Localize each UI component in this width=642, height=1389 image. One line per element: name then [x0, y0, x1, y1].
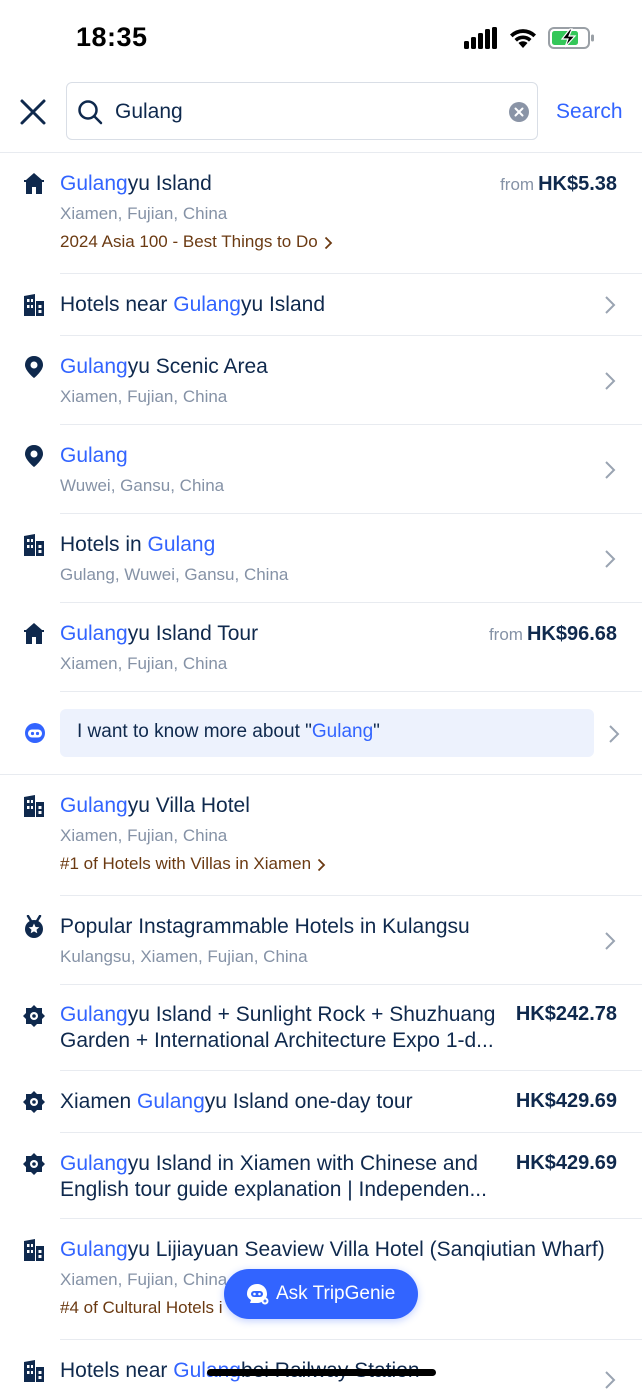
item-location: Xiamen, Fujian, China — [60, 654, 228, 673]
price: from HK$5.38 — [500, 173, 617, 195]
search-icon — [78, 100, 103, 125]
item-title: Popular Instagrammable Hotels in Kulangs… — [60, 915, 470, 938]
item-title-line2: Garden + International Architecture Expo… — [60, 1029, 494, 1052]
item-title: Gulangyu Island in Xiamen with Chinese a… — [60, 1152, 478, 1175]
chevron-right-icon — [317, 858, 326, 871]
ranking-link[interactable]: #4 of Cultural Hotels i — [60, 1297, 223, 1319]
chevron-right-icon — [605, 932, 616, 950]
hotel-icon — [24, 1239, 44, 1261]
item-location: Xiamen, Fujian, China — [60, 387, 228, 406]
list-item[interactable]: Xiamen Gulangyu Island one-day tour HK$4… — [23, 1071, 642, 1133]
item-title: Gulangyu Island Tour — [60, 622, 259, 645]
tripgenie-bot-icon — [25, 723, 45, 743]
signal-icon — [464, 27, 497, 49]
ai-suggestion-bubble[interactable]: I want to know more about "Gulang" — [60, 709, 594, 757]
chevron-right-icon — [605, 1371, 616, 1389]
item-location: Xiamen, Fujian, China — [60, 826, 228, 845]
hotel-icon — [24, 1360, 44, 1382]
list-item[interactable]: Gulangyu Villa Hotel Xiamen, Fujian, Chi… — [24, 775, 642, 896]
search-button[interactable]: Search — [556, 100, 623, 124]
tour-icon — [23, 1005, 45, 1027]
search-bar: Search — [0, 82, 642, 142]
item-location: Gulang, Wuwei, Gansu, China — [60, 565, 289, 584]
price: HK$242.78 — [515, 1003, 617, 1025]
ranking-link[interactable]: 2024 Asia 100 - Best Things to Do — [60, 231, 333, 253]
price: HK$429.69 — [515, 1152, 617, 1174]
close-icon[interactable] — [17, 96, 49, 128]
ranking-link[interactable]: #1 of Hotels with Villas in Xiamen — [60, 853, 326, 875]
status-time: 18:35 — [76, 22, 148, 52]
chevron-right-icon — [605, 550, 616, 568]
item-title: Gulangyu Villa Hotel — [60, 794, 250, 817]
hotel-icon — [24, 294, 44, 316]
search-input[interactable] — [115, 93, 495, 131]
location-pin-icon — [25, 356, 43, 378]
item-title: Gulangyu Island — [60, 172, 212, 195]
tour-icon — [23, 1091, 45, 1113]
list-item[interactable]: Gulangyu Island Xiamen, Fujian, China 20… — [24, 153, 642, 274]
price: HK$429.69 — [515, 1090, 617, 1112]
list-item[interactable]: Gulangyu Island Tour Xiamen, Fujian, Chi… — [24, 603, 642, 692]
chevron-right-icon — [605, 372, 616, 390]
ask-tripgenie-button[interactable]: Ask TripGenie — [224, 1269, 418, 1319]
attraction-icon — [24, 623, 44, 644]
hotel-icon — [24, 534, 44, 556]
list-item[interactable]: Hotels near Gulangbei Railway Station — [24, 1340, 642, 1389]
item-location: Wuwei, Gansu, China — [60, 476, 225, 495]
list-item[interactable]: Gulangyu Island in Xiamen with Chinese a… — [23, 1133, 642, 1219]
chevron-right-icon — [605, 461, 616, 479]
price: from HK$96.68 — [488, 623, 617, 645]
item-title: Hotels in Gulang — [60, 533, 216, 556]
item-title: Gulangyu Island + Sunlight Rock + Shuzhu… — [60, 1003, 496, 1026]
chevron-right-icon — [609, 725, 620, 743]
clear-icon — [514, 107, 524, 117]
status-icons — [464, 26, 596, 50]
badge-icon — [25, 915, 43, 938]
attraction-icon — [24, 173, 44, 194]
item-title: Hotels near Gulangyu Island — [60, 293, 326, 316]
item-location: Xiamen, Fujian, China — [60, 204, 228, 223]
status-bar: 18:35 — [0, 0, 642, 78]
tripgenie-icon — [247, 1284, 269, 1305]
item-location: Xiamen, Fujian, China — [60, 1270, 228, 1289]
home-indicator — [207, 1369, 436, 1376]
location-pin-icon — [25, 445, 43, 467]
list-item[interactable]: Gulangyu Scenic Area Xiamen, Fujian, Chi… — [25, 336, 642, 425]
ask-tripgenie-label: Ask TripGenie — [276, 1283, 396, 1304]
hotel-icon — [24, 795, 44, 817]
suggestion-list: Gulangyu Island Xiamen, Fujian, China 20… — [0, 153, 642, 1389]
item-title: Gulangyu Scenic Area — [60, 355, 268, 378]
list-item[interactable]: Gulang Wuwei, Gansu, China — [25, 425, 642, 514]
item-title: Gulang — [60, 444, 128, 467]
list-item[interactable]: Popular Instagrammable Hotels in Kulangs… — [25, 896, 642, 985]
tour-icon — [23, 1153, 45, 1175]
chevron-right-icon — [324, 236, 332, 249]
ai-suggestion-row[interactable]: I want to know more about "Gulang" — [0, 692, 642, 775]
list-item[interactable]: Hotels near Gulangyu Island — [24, 274, 642, 336]
search-field[interactable] — [66, 82, 538, 140]
item-location: Kulangsu, Xiamen, Fujian, China — [60, 947, 308, 966]
chevron-right-icon — [605, 296, 616, 314]
item-title-line2: English tour guide explanation | Indepen… — [60, 1178, 487, 1201]
wifi-icon — [510, 29, 536, 48]
item-title: Xiamen Gulangyu Island one-day tour — [60, 1090, 413, 1113]
battery-charging-icon — [548, 27, 594, 49]
item-title: Gulangyu Lijiayuan Seaview Villa Hotel (… — [60, 1238, 605, 1261]
list-item[interactable]: Gulangyu Island + Sunlight Rock + Shuzhu… — [23, 985, 642, 1071]
clear-search-button[interactable] — [509, 102, 529, 122]
list-item[interactable]: Hotels in Gulang Gulang, Wuwei, Gansu, C… — [24, 514, 642, 603]
